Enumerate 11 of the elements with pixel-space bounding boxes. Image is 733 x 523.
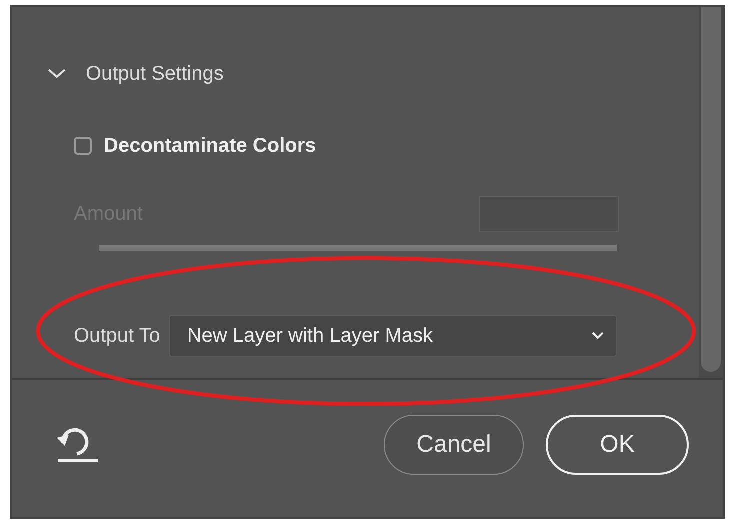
checkbox-label: Decontaminate Colors xyxy=(104,134,316,159)
scrollbar[interactable] xyxy=(699,7,723,378)
chevron-icon[interactable] xyxy=(48,69,66,79)
output-dropdown[interactable]: New Layer with Layer Mask xyxy=(169,315,617,357)
reset-icon[interactable] xyxy=(55,426,101,464)
caret-icon xyxy=(592,332,604,340)
ok-button[interactable]: OK xyxy=(546,414,689,474)
section-title: Output Settings xyxy=(86,62,224,87)
cancel-button[interactable]: Cancel xyxy=(384,414,524,474)
checkbox[interactable] xyxy=(74,137,92,155)
output-to-label: Output To xyxy=(74,324,160,349)
